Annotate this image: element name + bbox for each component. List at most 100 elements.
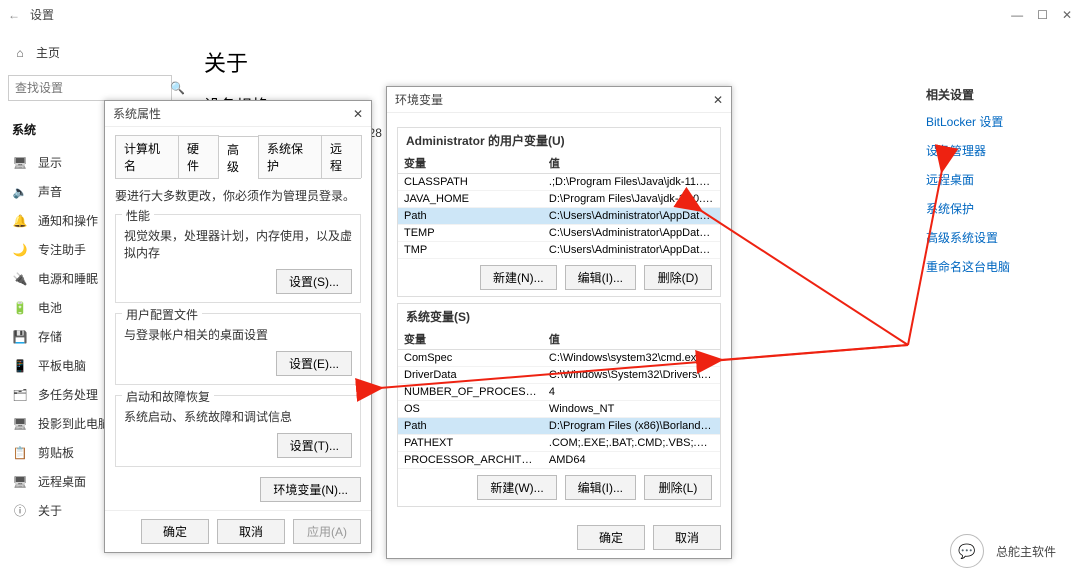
nav-label: 显示 <box>38 154 62 171</box>
sysprop-cancel-button[interactable]: 取消 <box>217 519 285 544</box>
nav-icon: 🖥 <box>12 156 28 170</box>
col-val: 值 <box>543 153 720 174</box>
window-title: 设置 <box>30 6 1011 23</box>
related-title: 相关设置 <box>926 86 1056 103</box>
related-link-4[interactable]: 高级系统设置 <box>926 229 1056 246</box>
startup-title: 启动和故障恢复 <box>122 388 214 405</box>
perf-group: 性能 视觉效果，处理器计划，内存使用，以及虚拟内存 设置(S)... <box>115 214 361 303</box>
close-icon[interactable]: ✕ <box>1062 8 1072 22</box>
env-vars-button[interactable]: 环境变量(N)... <box>260 477 361 502</box>
user-profile-title: 用户配置文件 <box>122 306 202 323</box>
table-row[interactable]: PathC:\Users\Administrator\AppData\Local… <box>398 208 720 225</box>
nav-label: 剪贴板 <box>38 444 74 461</box>
nav-label: 关于 <box>38 502 62 519</box>
nav-label: 电池 <box>38 299 62 316</box>
minimize-icon[interactable]: — <box>1011 8 1023 22</box>
table-row[interactable]: PATHEXT.COM;.EXE;.BAT;.CMD;.VBS;.VBE;.JS… <box>398 435 720 452</box>
related-link-1[interactable]: 设备管理器 <box>926 142 1056 159</box>
related-link-3[interactable]: 系统保护 <box>926 200 1056 217</box>
envdlg-ok-button[interactable]: 确定 <box>577 525 645 550</box>
sysprop-hint: 要进行大多数更改，你必须作为管理员登录。 <box>115 187 361 204</box>
system-properties-dialog: 系统属性 ✕ 计算机名硬件高级系统保护远程 要进行大多数更改，你必须作为管理员登… <box>104 100 372 553</box>
col-val: 值 <box>543 329 720 350</box>
table-row[interactable]: CLASSPATH.;D:\Program Files\Java\jdk-11.… <box>398 174 720 191</box>
sysprop-tab-1[interactable]: 硬件 <box>178 135 219 178</box>
sysprop-tab-3[interactable]: 系统保护 <box>258 135 322 178</box>
sys-delete-button[interactable]: 删除(L) <box>644 475 712 500</box>
perf-desc: 视觉效果，处理器计划，内存使用，以及虚拟内存 <box>124 227 352 261</box>
nav-icon: 🗂 <box>12 388 28 402</box>
related-link-2[interactable]: 远程桌面 <box>926 171 1056 188</box>
dialog-title: 环境变量 <box>395 91 443 108</box>
sysprop-tab-2[interactable]: 高级 <box>218 136 259 179</box>
home-label: 主页 <box>36 44 60 61</box>
sysprop-ok-button[interactable]: 确定 <box>141 519 209 544</box>
user-profile-desc: 与登录帐户相关的桌面设置 <box>124 326 352 343</box>
table-row[interactable]: ComSpecC:\Windows\system32\cmd.exe <box>398 350 720 367</box>
nav-label: 专注助手 <box>38 241 86 258</box>
user-profile-settings-button[interactable]: 设置(E)... <box>276 351 352 376</box>
system-vars-table[interactable]: 变量值 ComSpecC:\Windows\system32\cmd.exeDr… <box>398 329 720 469</box>
user-profile-group: 用户配置文件 与登录帐户相关的桌面设置 设置(E)... <box>115 313 361 385</box>
nav-icon: 🔔 <box>12 214 28 228</box>
nav-icon: 📱 <box>12 359 28 373</box>
nav-icon: 📋 <box>12 446 28 460</box>
nav-label: 存储 <box>38 328 62 345</box>
nav-icon: 🖥 <box>12 475 28 489</box>
table-row[interactable]: PathD:\Program Files (x86)\Borland\Delph… <box>398 418 720 435</box>
nav-label: 平板电脑 <box>38 357 86 374</box>
related-link-5[interactable]: 重命名这台电脑 <box>926 258 1056 275</box>
page-title: 关于 <box>204 46 1056 78</box>
user-vars-title: Administrator 的用户变量(U) <box>398 128 720 153</box>
back-icon[interactable]: ← <box>8 8 20 22</box>
col-var: 变量 <box>398 329 543 350</box>
user-edit-button[interactable]: 编辑(I)... <box>565 265 636 290</box>
perf-settings-button[interactable]: 设置(S)... <box>276 269 352 294</box>
dialog-title: 系统属性 <box>113 105 161 122</box>
maximize-icon[interactable]: ☐ <box>1037 8 1048 22</box>
nav-icon: 🌙 <box>12 243 28 257</box>
user-vars-group: Administrator 的用户变量(U) 变量值 CLASSPATH.;D:… <box>397 127 721 297</box>
nav-label: 多任务处理 <box>38 386 98 403</box>
sysprop-tab-4[interactable]: 远程 <box>321 135 362 178</box>
perf-title: 性能 <box>122 207 154 224</box>
window-titlebar: ← 设置 — ☐ ✕ <box>0 0 1080 30</box>
nav-icon: ⓘ <box>12 502 28 519</box>
sidebar-home[interactable]: ⌂ 主页 <box>6 38 174 67</box>
table-row[interactable]: JAVA_HOMED:\Program Files\Java\jdk-11.0.… <box>398 191 720 208</box>
related-link-0[interactable]: BitLocker 设置 <box>926 113 1056 130</box>
close-icon[interactable]: ✕ <box>713 93 723 107</box>
sysprop-apply-button[interactable]: 应用(A) <box>293 519 361 544</box>
nav-label: 远程桌面 <box>38 473 86 490</box>
search-input[interactable] <box>15 81 170 95</box>
table-row[interactable]: OSWindows_NT <box>398 401 720 418</box>
table-row[interactable]: NUMBER_OF_PROCESSORS4 <box>398 384 720 401</box>
nav-label: 电源和睡眠 <box>38 270 98 287</box>
nav-icon: 🔌 <box>12 272 28 286</box>
nav-icon: 🖥 <box>12 417 28 431</box>
system-vars-title: 系统变量(S) <box>398 304 720 329</box>
sys-new-button[interactable]: 新建(W)... <box>477 475 556 500</box>
user-new-button[interactable]: 新建(N)... <box>480 265 557 290</box>
sys-edit-button[interactable]: 编辑(I)... <box>565 475 636 500</box>
watermark-text: 总舵主软件 <box>996 543 1056 560</box>
sysprop-tab-0[interactable]: 计算机名 <box>115 135 179 178</box>
close-icon[interactable]: ✕ <box>353 107 363 121</box>
nav-icon: 💾 <box>12 330 28 344</box>
col-var: 变量 <box>398 153 543 174</box>
user-vars-table[interactable]: 变量值 CLASSPATH.;D:\Program Files\Java\jdk… <box>398 153 720 259</box>
nav-icon: 🔈 <box>12 185 28 199</box>
startup-settings-button[interactable]: 设置(T)... <box>277 433 352 458</box>
nav-label: 声音 <box>38 183 62 200</box>
sidebar-search[interactable]: 🔍 <box>8 75 172 101</box>
table-row[interactable]: DriverDataC:\Windows\System32\Drivers\Dr… <box>398 367 720 384</box>
home-icon: ⌂ <box>12 46 28 60</box>
nav-label: 通知和操作 <box>38 212 98 229</box>
table-row[interactable]: TMPC:\Users\Administrator\AppData\Local\… <box>398 242 720 259</box>
sysprop-tabs: 计算机名硬件高级系统保护远程 <box>115 135 361 179</box>
envdlg-cancel-button[interactable]: 取消 <box>653 525 721 550</box>
user-delete-button[interactable]: 删除(D) <box>644 265 712 290</box>
startup-desc: 系统启动、系统故障和调试信息 <box>124 408 352 425</box>
table-row[interactable]: TEMPC:\Users\Administrator\AppData\Local… <box>398 225 720 242</box>
table-row[interactable]: PROCESSOR_ARCHITECT...AMD64 <box>398 452 720 469</box>
